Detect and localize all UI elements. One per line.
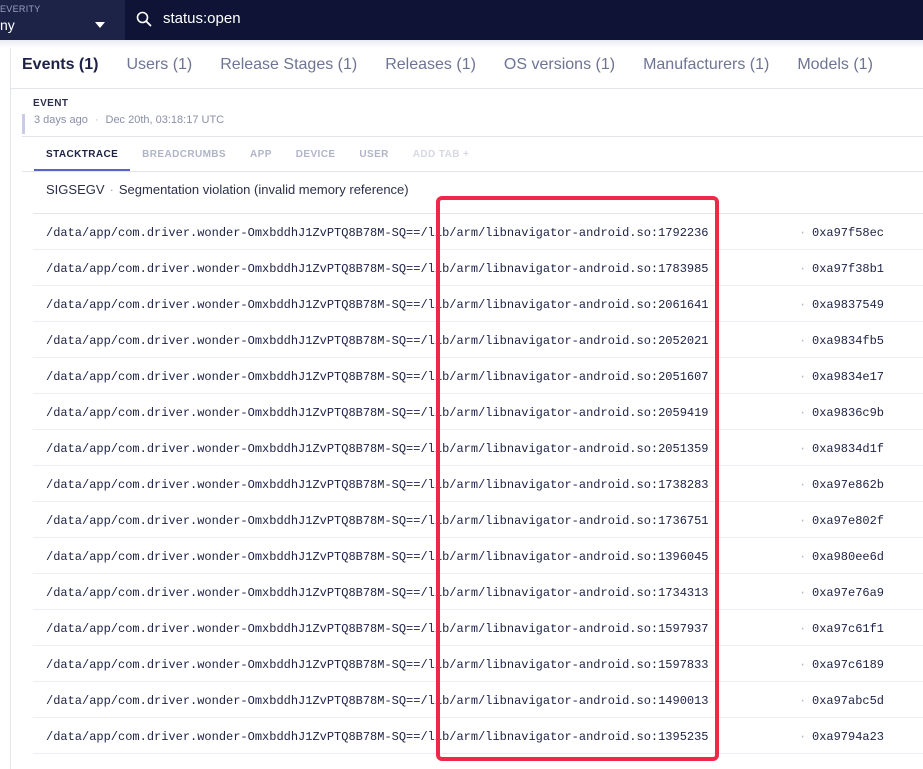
subtab-user[interactable]: USER — [347, 137, 400, 171]
frame-address: 0xa97e76a9 — [812, 586, 885, 600]
stack-frame[interactable]: /data/app/com.driver.wonder-OmxbddhJ1ZvP… — [33, 250, 923, 286]
frame-path: /data/app/com.driver.wonder-OmxbddhJ1ZvP… — [46, 370, 709, 384]
error-summary: SIGSEGV · Segmentation violation (invalid … — [46, 182, 409, 197]
tab-release-stages[interactable]: Release Stages (1) — [220, 56, 357, 80]
stack-frames: /data/app/com.driver.wonder-OmxbddhJ1ZvP… — [33, 214, 923, 754]
tab-manufacturers[interactable]: Manufacturers (1) — [643, 56, 769, 80]
frame-path: /data/app/com.driver.wonder-OmxbddhJ1ZvP… — [46, 514, 709, 528]
frame-path: /data/app/com.driver.wonder-OmxbddhJ1ZvP… — [46, 730, 709, 744]
error-message: Segmentation violation (invalid memory r… — [118, 182, 409, 197]
frame-address: 0xa97e862b — [812, 478, 885, 492]
stack-frame[interactable]: /data/app/com.driver.wonder-OmxbddhJ1ZvP… — [33, 646, 923, 682]
divider — [11, 88, 923, 89]
frame-path: /data/app/com.driver.wonder-OmxbddhJ1ZvP… — [46, 586, 709, 600]
separator-dot: · — [799, 586, 807, 600]
stack-frame[interactable]: /data/app/com.driver.wonder-OmxbddhJ1ZvP… — [33, 430, 923, 466]
frame-address: 0xa97f58ec — [812, 226, 885, 240]
subtab-app[interactable]: APP — [238, 137, 284, 171]
frame-path: /data/app/com.driver.wonder-OmxbddhJ1ZvP… — [46, 658, 709, 672]
caret-down-icon[interactable] — [95, 22, 105, 28]
tab-users[interactable]: Users (1) — [126, 56, 192, 80]
event-accent-bar — [22, 114, 25, 134]
stack-frame[interactable]: /data/app/com.driver.wonder-OmxbddhJ1ZvP… — [33, 502, 923, 538]
frame-address: 0xa9834e17 — [812, 370, 885, 384]
stack-frame[interactable]: /data/app/com.driver.wonder-OmxbddhJ1ZvP… — [33, 466, 923, 502]
stack-frame[interactable]: /data/app/com.driver.wonder-OmxbddhJ1ZvP… — [33, 322, 923, 358]
separator-dot: · — [799, 262, 807, 276]
subtab-breadcrumbs[interactable]: BREADCRUMBS — [130, 137, 238, 171]
stack-frame[interactable]: /data/app/com.driver.wonder-OmxbddhJ1ZvP… — [33, 718, 923, 754]
topbar-shadow — [0, 40, 923, 48]
top-bar: EVERITY ny — [0, 0, 923, 40]
event-timestamp: Dec 20th, 03:18:17 UTC — [105, 115, 225, 126]
tab-models[interactable]: Models (1) — [797, 56, 873, 80]
frame-path: /data/app/com.driver.wonder-OmxbddhJ1ZvP… — [46, 334, 709, 348]
separator-dot: · — [799, 334, 807, 348]
section-title: EVENT — [33, 98, 69, 109]
separator-dot: · — [799, 658, 807, 672]
frame-address: 0xa97c61f1 — [812, 622, 885, 636]
event-relative-time: 3 days ago — [34, 115, 88, 126]
frame-address: 0xa97abc5d — [812, 694, 885, 708]
frame-path: /data/app/com.driver.wonder-OmxbddhJ1ZvP… — [46, 694, 709, 708]
stack-frame[interactable]: /data/app/com.driver.wonder-OmxbddhJ1ZvP… — [33, 214, 923, 250]
subtab-device[interactable]: DEVICE — [284, 137, 348, 171]
separator-dot: · — [109, 182, 114, 197]
frame-path: /data/app/com.driver.wonder-OmxbddhJ1ZvP… — [46, 622, 709, 636]
severity-value: ny — [0, 17, 15, 33]
separator-dot: · — [94, 115, 99, 126]
frame-path: /data/app/com.driver.wonder-OmxbddhJ1ZvP… — [46, 298, 709, 312]
event-meta: 3 days ago · Dec 20th, 03:18:17 UTC — [34, 115, 224, 126]
frame-address: 0xa9794a23 — [812, 730, 885, 744]
stack-frame[interactable]: /data/app/com.driver.wonder-OmxbddhJ1ZvP… — [33, 682, 923, 718]
tab-os-versions[interactable]: OS versions (1) — [504, 56, 615, 80]
frame-address: 0xa97f38b1 — [812, 262, 885, 276]
severity-filter[interactable]: EVERITY ny — [0, 0, 125, 40]
separator-dot: · — [799, 478, 807, 492]
separator-dot: · — [799, 226, 807, 240]
frame-path: /data/app/com.driver.wonder-OmxbddhJ1ZvP… — [46, 550, 709, 564]
search-bar — [125, 0, 923, 40]
stack-frame[interactable]: /data/app/com.driver.wonder-OmxbddhJ1ZvP… — [33, 358, 923, 394]
subtab-stacktrace[interactable]: STACKTRACE — [34, 137, 131, 171]
pivot-tabs: Events (1) Users (1) Release Stages (1) … — [22, 56, 901, 80]
separator-dot: · — [799, 298, 807, 312]
separator-dot: · — [799, 514, 807, 528]
stack-frame[interactable]: /data/app/com.driver.wonder-OmxbddhJ1ZvP… — [33, 538, 923, 574]
search-icon — [136, 11, 152, 27]
separator-dot: · — [799, 406, 807, 420]
search-input[interactable] — [163, 10, 563, 27]
separator-dot: · — [799, 694, 807, 708]
tab-events[interactable]: Events (1) — [22, 56, 98, 80]
stack-frame[interactable]: /data/app/com.driver.wonder-OmxbddhJ1ZvP… — [33, 574, 923, 610]
separator-dot: · — [799, 622, 807, 636]
separator-dot: · — [799, 550, 807, 564]
stack-frame[interactable]: /data/app/com.driver.wonder-OmxbddhJ1ZvP… — [33, 394, 923, 430]
frame-address: 0xa9834d1f — [812, 442, 885, 456]
error-signal: SIGSEGV — [46, 182, 105, 197]
frame-path: /data/app/com.driver.wonder-OmxbddhJ1ZvP… — [46, 478, 709, 492]
tab-releases[interactable]: Releases (1) — [385, 56, 476, 80]
frame-address: 0xa97c6189 — [812, 658, 885, 672]
frame-path: /data/app/com.driver.wonder-OmxbddhJ1ZvP… — [46, 226, 709, 240]
frame-path: /data/app/com.driver.wonder-OmxbddhJ1ZvP… — [46, 262, 709, 276]
stack-frame[interactable]: /data/app/com.driver.wonder-OmxbddhJ1ZvP… — [33, 610, 923, 646]
frame-path: /data/app/com.driver.wonder-OmxbddhJ1ZvP… — [46, 442, 709, 456]
separator-dot: · — [799, 442, 807, 456]
event-subtabs: STACKTRACE BREADCRUMBS APP DEVICE USER A… — [34, 137, 481, 171]
frame-address: 0xa9836c9b — [812, 406, 885, 420]
separator-dot: · — [799, 730, 807, 744]
stack-frame[interactable]: /data/app/com.driver.wonder-OmxbddhJ1ZvP… — [33, 286, 923, 322]
separator-dot: · — [799, 370, 807, 384]
frame-address: 0xa97e802f — [812, 514, 885, 528]
add-tab-button[interactable]: ADD TAB + — [401, 137, 481, 171]
frame-address: 0xa9837549 — [812, 298, 885, 312]
left-border — [10, 48, 11, 769]
frame-address: 0xa9834fb5 — [812, 334, 885, 348]
frame-address: 0xa980ee6d — [812, 550, 885, 564]
frame-path: /data/app/com.driver.wonder-OmxbddhJ1ZvP… — [46, 406, 709, 420]
divider — [22, 171, 923, 172]
severity-label: EVERITY — [0, 4, 41, 14]
